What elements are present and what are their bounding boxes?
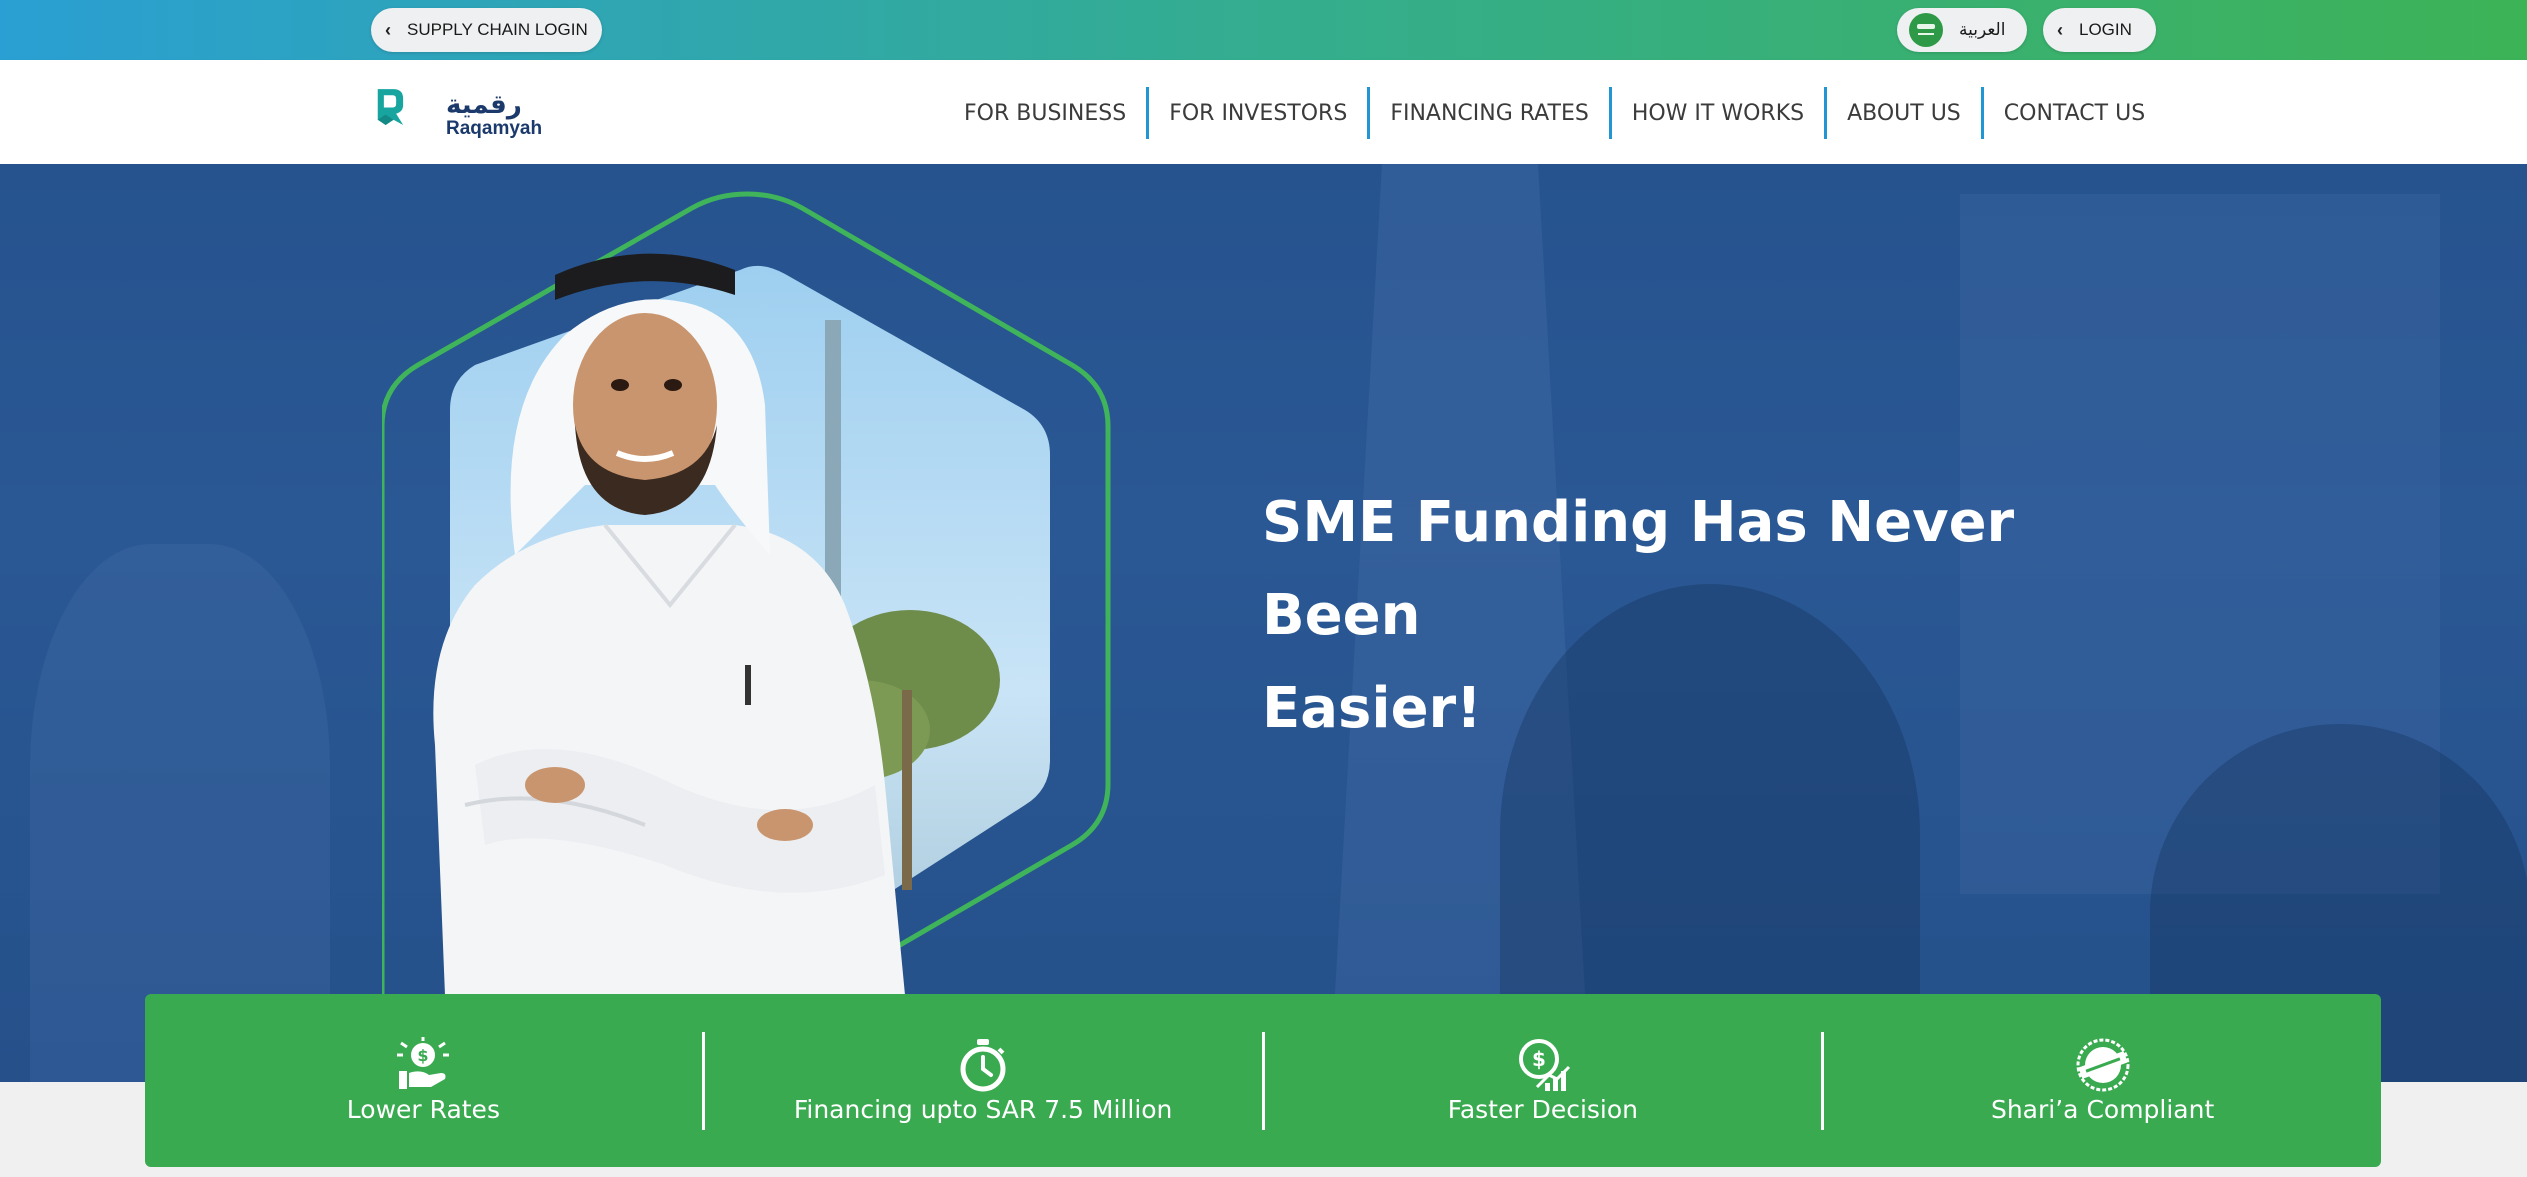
features-bar: $ Lower Rates Financing upto SAR 7.5 Mil… xyxy=(145,994,2381,1167)
supply-chain-login-button[interactable]: ‹ SUPPLY CHAIN LOGIN xyxy=(371,8,602,52)
nav-label: CONTACT US xyxy=(2003,100,2146,126)
stopwatch-icon xyxy=(960,1039,1006,1092)
hero-title-line-1: SME Funding Has Never Been xyxy=(1262,490,2015,648)
saudi-flag-icon xyxy=(1909,13,1943,47)
feature-faster-decision: $ Faster Decision xyxy=(1265,994,1822,1167)
feature-label: Shari’a Compliant xyxy=(1990,1095,2215,1124)
hero-title: SME Funding Has Never Been Easier! xyxy=(1262,476,2162,755)
language-switch-button[interactable]: العربية xyxy=(1897,8,2027,52)
feature-financing-limit: Financing upto SAR 7.5 Million xyxy=(705,994,1262,1167)
nav-label: ABOUT US xyxy=(1847,100,1961,126)
feature-lower-rates: $ Lower Rates xyxy=(145,994,702,1167)
chevron-left-icon: ‹ xyxy=(2057,19,2063,40)
chevron-left-icon: ‹ xyxy=(385,19,391,40)
compliant-stamp-icon xyxy=(2076,1038,2130,1092)
nav-label: FINANCING RATES xyxy=(1390,100,1589,126)
nav-label: HOW IT WORKS xyxy=(1631,100,1805,126)
raqamyah-logo-icon xyxy=(377,89,404,125)
nav-how-it-works[interactable]: HOW IT WORKS xyxy=(1612,86,1824,140)
nav-contact-us[interactable]: CONTACT US xyxy=(1984,86,2165,140)
money-hand-icon: $ xyxy=(397,1037,450,1089)
feature-label: Lower Rates xyxy=(346,1095,500,1124)
logo-english-text: Raqamyah xyxy=(446,118,543,139)
feature-sharia-compliant: Shari’a Compliant xyxy=(1824,994,2381,1167)
main-nav: FOR BUSINESS FOR INVESTORS FINANCING RAT… xyxy=(944,86,2165,140)
nav-financing-rates[interactable]: FINANCING RATES xyxy=(1370,86,1609,140)
svg-text:$: $ xyxy=(1532,1047,1546,1071)
businessman-image xyxy=(433,253,905,995)
language-label: العربية xyxy=(1959,20,2006,40)
svg-text:$: $ xyxy=(418,1046,429,1065)
logo-arabic-text: رقمية xyxy=(446,90,522,120)
supply-chain-login-label: SUPPLY CHAIN LOGIN xyxy=(407,20,588,39)
nav-label: FOR INVESTORS xyxy=(1169,100,1348,126)
hero-title-line-2: Easier! xyxy=(1262,676,1482,741)
nav-about-us[interactable]: ABOUT US xyxy=(1827,86,1981,140)
login-label: LOGIN xyxy=(2079,20,2132,39)
dollar-growth-icon: $ xyxy=(1518,1039,1570,1091)
nav-for-investors[interactable]: FOR INVESTORS xyxy=(1149,86,1367,140)
login-button[interactable]: ‹ LOGIN xyxy=(2043,8,2156,52)
nav-for-business[interactable]: FOR BUSINESS xyxy=(944,86,1146,140)
feature-label: Faster Decision xyxy=(1447,1095,1639,1124)
feature-label: Financing upto SAR 7.5 Million xyxy=(793,1095,1173,1124)
nav-label: FOR BUSINESS xyxy=(964,100,1127,126)
